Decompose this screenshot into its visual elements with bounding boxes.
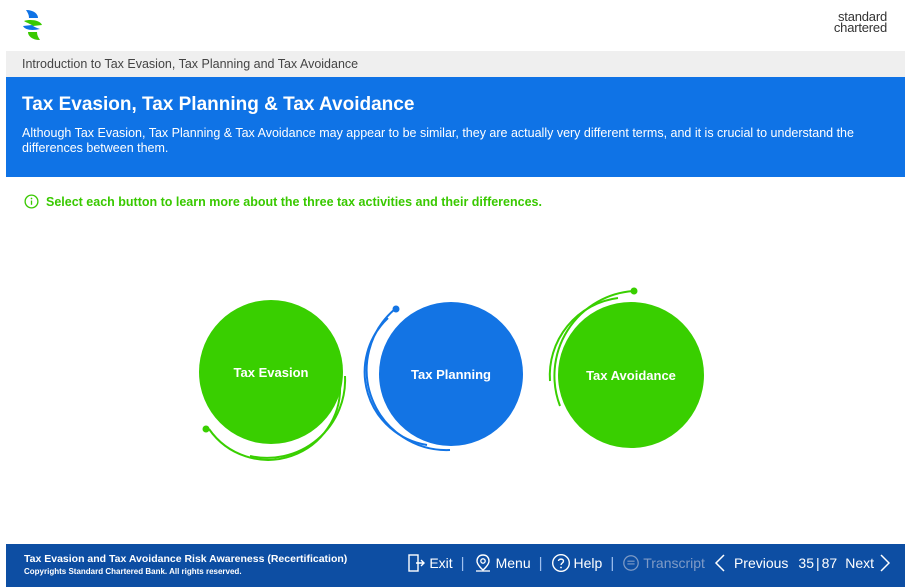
separator: | bbox=[538, 554, 543, 572]
tax-evasion-button[interactable]: Tax Evasion bbox=[199, 300, 343, 444]
footer-nav: Exit | Menu | Help | Transcript Previous… bbox=[406, 553, 895, 573]
instruction-text: Select each button to learn more about t… bbox=[46, 194, 542, 209]
tax-planning-option[interactable]: Tax Planning bbox=[362, 300, 532, 470]
tax-planning-label: Tax Planning bbox=[411, 366, 491, 382]
map-pin-icon bbox=[475, 554, 490, 572]
transcript-label: Transcript bbox=[643, 555, 705, 571]
menu-label: Menu bbox=[495, 555, 531, 571]
previous-button[interactable]: Previous bbox=[713, 553, 788, 573]
tax-avoidance-label: Tax Avoidance bbox=[586, 367, 676, 383]
chevron-right-icon bbox=[880, 554, 891, 572]
current-page: 35 bbox=[798, 555, 814, 571]
help-label: Help bbox=[573, 555, 603, 571]
footer-bar: Tax Evasion and Tax Avoidance Risk Aware… bbox=[6, 544, 905, 587]
exit-label: Exit bbox=[429, 555, 453, 571]
total-pages: 87 bbox=[821, 555, 838, 571]
next-button[interactable]: Next bbox=[845, 553, 895, 573]
help-button[interactable]: Help bbox=[551, 553, 603, 573]
exit-button[interactable]: Exit bbox=[406, 553, 453, 573]
info-icon bbox=[24, 194, 39, 209]
banner-text: Although Tax Evasion, Tax Planning & Tax… bbox=[22, 126, 854, 155]
brand-line-2: chartered bbox=[833, 20, 887, 35]
page-title: Tax Evasion, Tax Planning & Tax Avoidanc… bbox=[22, 94, 415, 115]
tax-avoidance-button[interactable]: Tax Avoidance bbox=[558, 302, 704, 448]
copyright: Copyrights Standard Chartered Bank. All … bbox=[24, 567, 242, 576]
standard-chartered-logo-icon bbox=[23, 10, 42, 40]
tax-evasion-label: Tax Evasion bbox=[233, 364, 309, 380]
page-counter: 35 | 87 bbox=[798, 555, 838, 571]
instruction: Select each button to learn more about t… bbox=[24, 194, 542, 209]
exit-icon bbox=[408, 554, 426, 572]
tax-avoidance-option[interactable]: Tax Avoidance bbox=[538, 286, 713, 461]
tax-planning-button[interactable]: Tax Planning bbox=[379, 302, 523, 446]
separator: | bbox=[610, 554, 615, 572]
menu-button[interactable]: Menu bbox=[473, 553, 531, 573]
next-label: Next bbox=[845, 555, 874, 571]
transcript-icon bbox=[623, 555, 640, 571]
separator: | bbox=[460, 554, 465, 572]
chevron-left-icon bbox=[714, 554, 725, 572]
transcript-button[interactable]: Transcript bbox=[622, 554, 705, 572]
help-icon bbox=[551, 553, 570, 573]
tax-evasion-option[interactable]: Tax Evasion bbox=[195, 298, 365, 468]
brand-wordmark: standard chartered bbox=[833, 10, 887, 35]
previous-label: Previous bbox=[733, 555, 789, 571]
intro-banner: Tax Evasion, Tax Planning & Tax Avoidanc… bbox=[6, 77, 905, 177]
course-title: Tax Evasion and Tax Avoidance Risk Aware… bbox=[24, 553, 348, 565]
top-bar: standard chartered bbox=[0, 0, 909, 50]
breadcrumb: Introduction to Tax Evasion, Tax Plannin… bbox=[6, 51, 905, 77]
